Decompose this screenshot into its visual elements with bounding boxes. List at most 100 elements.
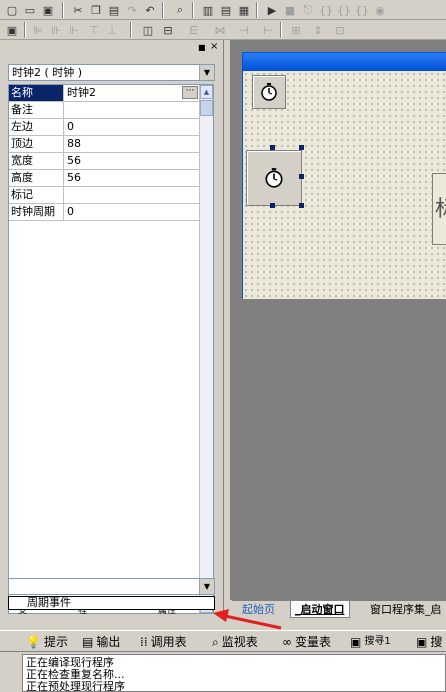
output-icon: ▤ — [82, 635, 94, 649]
ellipsis-button[interactable]: ··· — [182, 86, 198, 99]
stop-icon[interactable]: ■ — [282, 2, 298, 18]
stopwatch-icon — [265, 168, 283, 188]
tab-watch[interactable]: ⌕ 监视表 — [212, 633, 258, 651]
redo-icon[interactable]: ↷ — [124, 2, 140, 18]
resize-handle[interactable] — [299, 203, 304, 208]
property-row[interactable]: 备注 — [9, 102, 201, 119]
property-value[interactable]: 时钟2 — [65, 85, 201, 101]
step-into-icon[interactable]: {} — [318, 2, 334, 18]
new-file-icon[interactable]: ▢ — [4, 2, 20, 18]
align-middle-icon[interactable]: ⊥ — [104, 22, 120, 38]
align-right-icon[interactable]: ⊩ — [66, 22, 82, 38]
property-row[interactable]: 宽度 56 — [9, 153, 201, 170]
panel-tabs: 支 程 属性 — [8, 610, 215, 618]
property-name: 宽度 — [9, 153, 64, 169]
tab-program[interactable]: 程 — [78, 610, 87, 616]
align-left-icon[interactable]: ⊫ — [30, 22, 46, 38]
copy-icon[interactable]: ❐ — [88, 2, 104, 18]
layout-3-icon[interactable]: ▦ — [236, 2, 252, 18]
property-name: 时钟周期 — [9, 204, 64, 220]
layout-2-icon[interactable]: ▤ — [218, 2, 234, 18]
align-center-icon[interactable]: ⊪ — [48, 22, 64, 38]
chevron-down-icon[interactable]: ▼ — [199, 579, 214, 594]
tab-property[interactable]: 属性 — [158, 610, 176, 616]
form-window[interactable]: 标 — [242, 52, 446, 299]
property-value[interactable]: 0 — [65, 119, 201, 135]
grid-icon[interactable]: ⇕ — [310, 22, 326, 38]
toolbar-separator — [24, 22, 26, 38]
property-value[interactable] — [65, 102, 201, 118]
property-value[interactable]: 56 — [65, 170, 201, 186]
property-panel: ■ × 时钟2 ( 时钟 ) ▼ 名称 时钟2 ··· 备注 左边 0 顶边 8… — [0, 40, 224, 618]
object-selector[interactable]: 时钟2 ( 时钟 ) ▼ — [8, 64, 215, 81]
panel-close-icon[interactable]: × — [210, 41, 218, 52]
save-icon[interactable]: ▣ — [40, 2, 56, 18]
step-over-icon[interactable]: {} — [336, 2, 352, 18]
tab-startup-window[interactable]: _启动窗口 — [290, 601, 350, 618]
output-log[interactable]: 正在编译现行程序 正在检查重复名称... 正在预处理现行程序 — [22, 654, 446, 692]
form-label[interactable]: 标 — [432, 173, 446, 245]
tab-search-2[interactable]: ▣ 搜 — [416, 633, 442, 651]
lock-icon[interactable]: ⊡ — [332, 22, 348, 38]
resize-handle[interactable] — [299, 145, 304, 150]
align-top-icon[interactable]: ⊤ — [86, 22, 102, 38]
tab-window-program-set[interactable]: 窗口程序集_启 — [366, 601, 446, 618]
same-height-icon[interactable]: ⊢ — [260, 22, 276, 38]
property-value[interactable]: 56 — [65, 153, 201, 169]
property-value[interactable]: 0 — [65, 204, 201, 220]
scroll-up-icon[interactable]: ▲ — [200, 85, 213, 99]
toolbar-separator — [62, 2, 64, 18]
layout-1-icon[interactable]: ▥ — [200, 2, 216, 18]
scroll-thumb[interactable] — [200, 100, 213, 116]
property-row[interactable]: 左边 0 — [9, 119, 201, 136]
tab-support[interactable]: 支 — [18, 610, 27, 616]
property-row[interactable]: 名称 时钟2 ··· — [9, 85, 201, 102]
center-vertical-icon[interactable]: ⊟ — [160, 22, 176, 38]
find-icon[interactable]: ⌕ — [172, 2, 188, 18]
form-icon[interactable]: ▣ — [4, 22, 20, 38]
center-horizontal-icon[interactable]: ◫ — [140, 22, 156, 38]
main-toolbar: ▢ ▭ ▣ ✂ ❐ ▤ ↷ ↶ ⌕ ▥ ▤ ▦ ▶ ■ ⎋ {} {} {} ◉ — [0, 0, 446, 20]
property-name: 左边 — [9, 119, 64, 135]
step-icon[interactable]: ⎋ — [300, 2, 316, 18]
property-row[interactable]: 顶边 88 — [9, 136, 201, 153]
paste-icon[interactable]: ▤ — [106, 2, 122, 18]
tab-variables[interactable]: ∞ 变量表 — [282, 633, 331, 651]
run-icon[interactable]: ▶ — [264, 2, 280, 18]
tab-output[interactable]: ▤ 输出 — [82, 633, 120, 651]
event-selector[interactable]: ▼ — [8, 578, 215, 595]
resize-handle[interactable] — [270, 203, 275, 208]
same-size-icon[interactable]: ⊞ — [288, 22, 304, 38]
panel-pin-icon[interactable]: ■ — [198, 43, 206, 52]
resize-handle[interactable] — [299, 174, 304, 179]
tab-hint[interactable]: 💡 提示 — [26, 633, 68, 651]
tab-call-table[interactable]: ⁞⁞ 调用表 — [140, 633, 187, 651]
undo-icon[interactable]: ↶ — [142, 2, 158, 18]
property-row[interactable]: 高度 56 — [9, 170, 201, 187]
breakpoint-icon[interactable]: ◉ — [372, 2, 388, 18]
space-horizontal-icon[interactable]: ⋿ — [186, 22, 202, 38]
space-vertical-icon[interactable]: ⋈ — [212, 22, 228, 38]
property-name: 标记 — [9, 187, 64, 203]
property-value[interactable]: 88 — [65, 136, 201, 152]
form-body[interactable]: 标 — [243, 71, 446, 299]
same-width-icon[interactable]: ⊣ — [236, 22, 252, 38]
tab-search-1[interactable]: ▣ 搜寻1 — [350, 633, 391, 651]
form-titlebar[interactable] — [243, 53, 446, 71]
step-out-icon[interactable]: {} — [354, 2, 370, 18]
open-folder-icon[interactable]: ▭ — [22, 2, 38, 18]
resize-handle[interactable] — [270, 145, 275, 150]
toolbar-separator — [256, 2, 258, 18]
search-icon: ▣ — [416, 635, 428, 649]
property-row[interactable]: 标记 — [9, 187, 201, 204]
hint-icon: 💡 — [26, 635, 41, 649]
property-scrollbar[interactable]: ▲ ▼ — [199, 85, 213, 613]
property-value[interactable] — [65, 187, 201, 203]
timer-2[interactable] — [246, 150, 302, 206]
timer-1[interactable] — [252, 75, 286, 109]
event-dropdown-item[interactable]: 周期事件 — [8, 596, 215, 610]
chevron-down-icon[interactable]: ▼ — [199, 65, 214, 80]
property-row[interactable]: 时钟周期 0 — [9, 204, 201, 221]
cut-icon[interactable]: ✂ — [70, 2, 86, 18]
property-name: 顶边 — [9, 136, 64, 152]
